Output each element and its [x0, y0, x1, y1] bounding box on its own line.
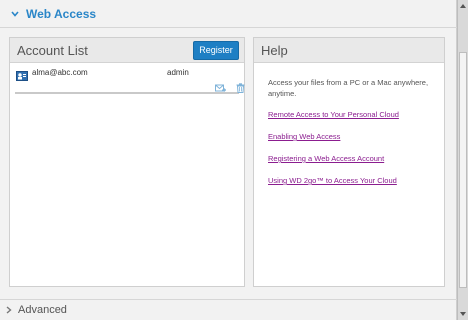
account-role: admin [167, 68, 189, 77]
advanced-title: Advanced [18, 304, 67, 316]
help-link-remote-access[interactable]: Remote Access to Your Personal Cloud [268, 110, 431, 119]
web-access-section-header[interactable]: Web Access [0, 0, 457, 28]
advanced-section-header[interactable]: Advanced [0, 299, 457, 320]
scroll-up-arrow-icon[interactable] [458, 1, 468, 11]
help-panel: Help Access your files from a PC or a Ma… [253, 37, 445, 287]
email-account-icon[interactable] [215, 80, 227, 98]
account-list-panel: Account List Register alma@abc.com admin [9, 37, 245, 287]
vertical-scrollbar[interactable] [457, 0, 468, 320]
user-icon [16, 68, 28, 86]
account-list-header: Account List Register [10, 38, 244, 63]
account-email: alma@abc.com [32, 68, 88, 77]
help-header: Help [254, 38, 444, 63]
help-description: Access your files from a PC or a Mac any… [268, 78, 429, 98]
chevron-down-icon[interactable] [8, 7, 22, 21]
help-link-registering-account[interactable]: Registering a Web Access Account [268, 154, 431, 163]
help-body: Access your files from a PC or a Mac any… [254, 63, 444, 185]
help-link-enabling-web-access[interactable]: Enabling Web Access [268, 132, 431, 141]
chevron-right-icon[interactable] [6, 301, 12, 319]
help-title: Help [261, 42, 288, 58]
trash-icon[interactable] [236, 80, 245, 98]
register-button[interactable]: Register [193, 40, 239, 60]
account-list-title: Account List [17, 42, 88, 58]
account-row[interactable]: alma@abc.com admin [15, 66, 245, 94]
help-link-wd-2go[interactable]: Using WD 2go™ to Access Your Cloud [268, 176, 431, 185]
account-actions [215, 80, 245, 98]
section-title: Web Access [26, 6, 97, 21]
scroll-down-arrow-icon[interactable] [458, 309, 468, 319]
web-access-page: Web Access Account List Register alma@ab… [0, 0, 457, 320]
scrollbar-thumb[interactable] [459, 52, 467, 288]
